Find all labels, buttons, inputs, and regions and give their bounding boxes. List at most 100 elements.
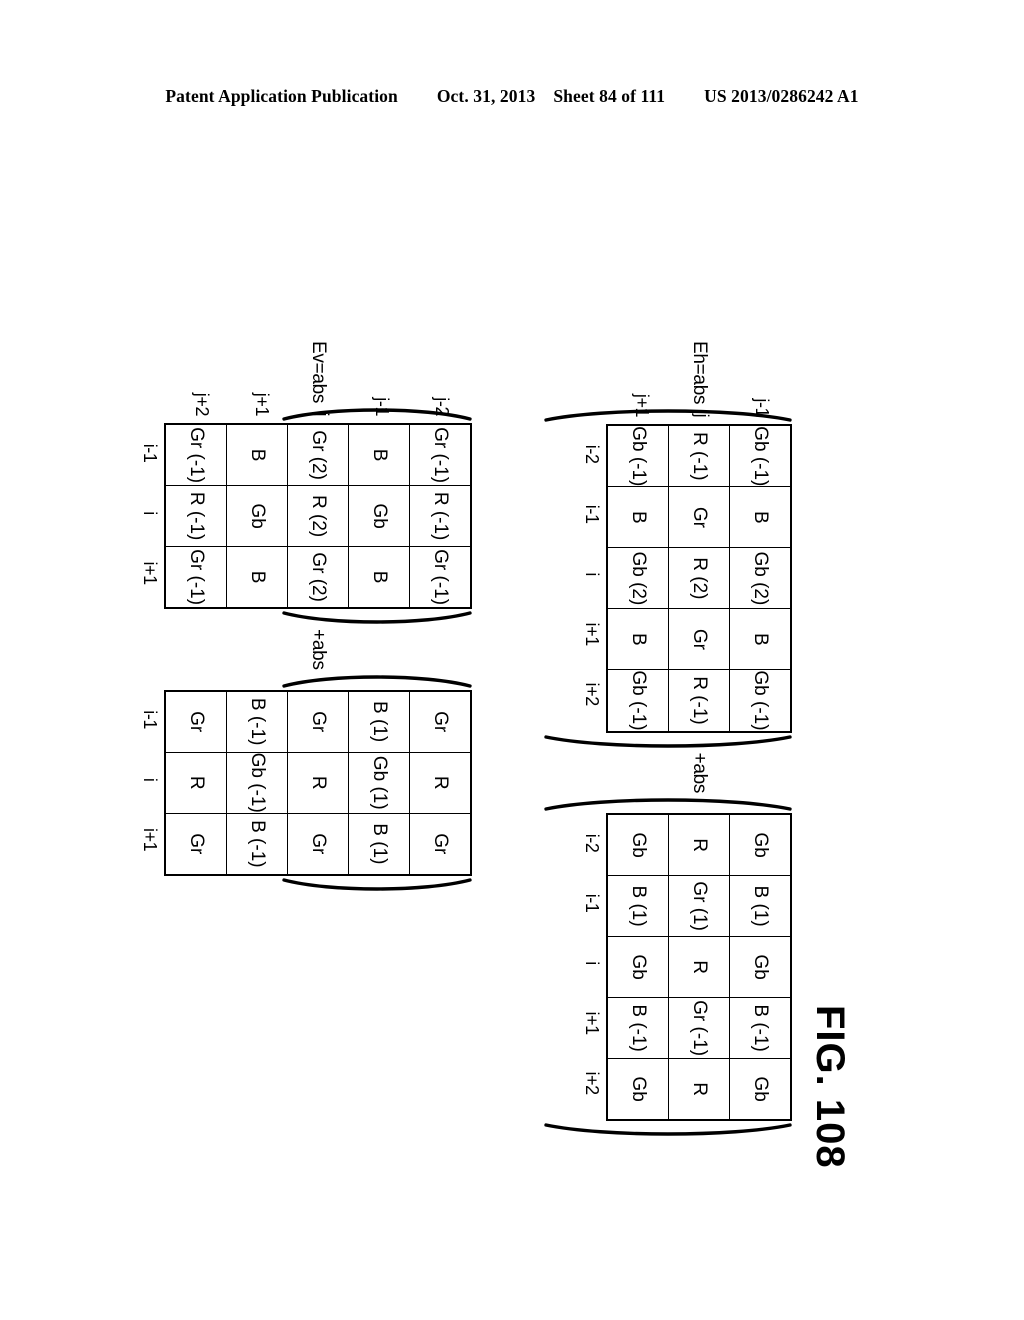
cell-channel: Gb (750, 1076, 772, 1102)
grid-cell: B (1) (348, 690, 410, 753)
grid-cell: Gb (-1) (729, 425, 791, 487)
cell-coefficient: (2) (308, 456, 330, 480)
equation-ev-row: Ev=abs j-2 j-1 j j+1 j+2 Gr (-1) R (-1) … (139, 341, 472, 896)
table-row: B (1) Gb (1) B (1) (348, 690, 410, 875)
cell-coefficient: (2) (750, 582, 772, 606)
open-paren-icon (544, 793, 792, 813)
grid-cell: Gb (348, 485, 410, 547)
cell-channel: R (689, 676, 711, 690)
grid-cell: Gr (1) (668, 875, 730, 937)
cell-channel: R (689, 960, 711, 974)
table-row: R Gr (1) R Gr (-1) R (668, 814, 730, 1121)
cell-coefficient: (-1) (750, 456, 772, 487)
table-row: Gr (2) R (2) Gr (2) (287, 424, 349, 609)
ev-term-1-block: j-2 j-1 j j+1 j+2 Gr (-1) R (-1) Gr (-1)… (139, 393, 472, 610)
cell-coefficient: (2) (628, 582, 650, 606)
col-label: i+1 (582, 1011, 602, 1035)
col-label: i-1 (140, 710, 160, 730)
grid-cell: Gr (165, 690, 227, 753)
grid-cell: Gb (607, 936, 669, 998)
cell-coefficient: (1) (369, 719, 391, 743)
header-publication: Patent Application Publication (165, 86, 398, 106)
cell-channel: B (628, 885, 650, 899)
eh-term-1-grid: Gb (-1) B Gb (2) B Gb (-1) R (-1) Gr R (… (606, 424, 792, 733)
row-label: j-1 (372, 397, 393, 417)
cell-channel: B (628, 633, 650, 646)
table-row: Gb (-1) B Gb (2) B Gb (-1) (729, 425, 791, 732)
cell-channel: Gr (308, 552, 330, 574)
grid-cell: Gr (-1) (409, 424, 471, 486)
table-row: Gb (-1) B Gb (2) B Gb (-1) (607, 425, 669, 732)
cell-channel: Gr (689, 1000, 711, 1022)
cell-channel: B (750, 885, 772, 899)
grid-cell: R (-1) (668, 425, 730, 487)
cell-channel: Gr (186, 711, 208, 733)
col-label: i+1 (140, 827, 160, 852)
cell-coefficient: (-1) (628, 1022, 650, 1052)
eh-joiner-label: +abs (689, 752, 711, 794)
col-label: i+2 (582, 1071, 602, 1095)
header-date: Oct. 31, 2013 (436, 86, 536, 106)
grid-cell: Gr (287, 813, 349, 875)
grid-cell: R (2) (287, 485, 349, 547)
cell-coefficient: (-1) (750, 1022, 772, 1052)
cell-channel: R (186, 775, 208, 790)
grid-cell: Gb (2) (607, 547, 669, 609)
grid-cell: Gb (2) (729, 547, 791, 609)
cell-channel: Gb (628, 832, 650, 858)
page-header: Patent Application Publication Oct. 31, … (0, 86, 1024, 107)
cell-channel: Gb (369, 755, 391, 782)
grid-cell: Gr (668, 486, 730, 548)
cell-coefficient: (1) (628, 903, 650, 927)
ev-term-2-grid: Gr R Gr B (1) Gb (1) B (1) Gr R Gr B (-1… (164, 689, 472, 876)
cell-coefficient: (-1) (628, 701, 650, 731)
cell-coefficient: (-1) (750, 701, 772, 731)
ev-term-1-row-labels: j-2 j-1 j j+1 j+2 (172, 393, 472, 416)
cell-channel: R (308, 775, 330, 790)
row-label: j+1 (632, 393, 653, 418)
cell-channel: Gb (750, 670, 772, 696)
cell-channel: B (750, 511, 772, 524)
cell-coefficient: (1) (689, 907, 711, 931)
grid-cell: R (287, 752, 349, 814)
grid-cell: B (348, 546, 410, 609)
close-paren-icon (139, 609, 472, 629)
cell-coefficient: (-1) (186, 575, 208, 606)
cell-coefficient: (2) (689, 576, 711, 600)
row-label: j-2 (432, 397, 453, 417)
row-label: j+1 (252, 392, 273, 417)
col-label: i (582, 572, 602, 576)
ev-term-1-grid: Gr (-1) R (-1) Gr (-1) B Gb B Gr (2) R (… (164, 423, 472, 610)
cell-channel: B (628, 511, 650, 524)
grid-cell: R (-1) (668, 669, 730, 732)
equation-ev: Ev=abs j-2 j-1 j j+1 j+2 Gr (-1) R (-1) … (139, 341, 472, 896)
grid-cell: Gb (-1) (607, 425, 669, 487)
cell-coefficient: (-1) (247, 838, 269, 868)
cell-channel: R (689, 1082, 711, 1096)
cell-channel: Gr (430, 427, 452, 449)
col-label: i+1 (582, 622, 602, 646)
grid-cell: Gr (-1) (409, 546, 471, 609)
cell-coefficient: (1) (369, 786, 391, 810)
cell-channel: B (369, 823, 391, 836)
cell-channel: Gr (186, 427, 208, 449)
header-patent-number: US 2013/0286242 A1 (704, 86, 859, 106)
close-paren-icon (544, 733, 792, 753)
table-row: Gr (-1) R (-1) Gr (-1) (409, 424, 471, 609)
header-sheet: Sheet 84 of 111 (553, 86, 666, 106)
cell-channel: Gr (689, 881, 711, 903)
cell-channel: Gr (430, 549, 452, 571)
col-label: i-2 (582, 833, 602, 853)
row-label: j (692, 413, 713, 418)
grid-cell: Gb (-1) (607, 669, 669, 732)
col-label: i-2 (582, 444, 602, 464)
col-label: i-1 (582, 504, 602, 524)
cell-channel: B (750, 633, 772, 646)
figure-label: FIG. 108 (808, 1005, 852, 1169)
grid-cell: R (-1) (409, 485, 471, 547)
cell-channel: Gr (689, 628, 711, 650)
grid-cell: Gb (729, 814, 791, 876)
col-label: i (140, 777, 160, 782)
cell-channel: Gr (308, 711, 330, 733)
grid-cell: R (668, 936, 730, 998)
